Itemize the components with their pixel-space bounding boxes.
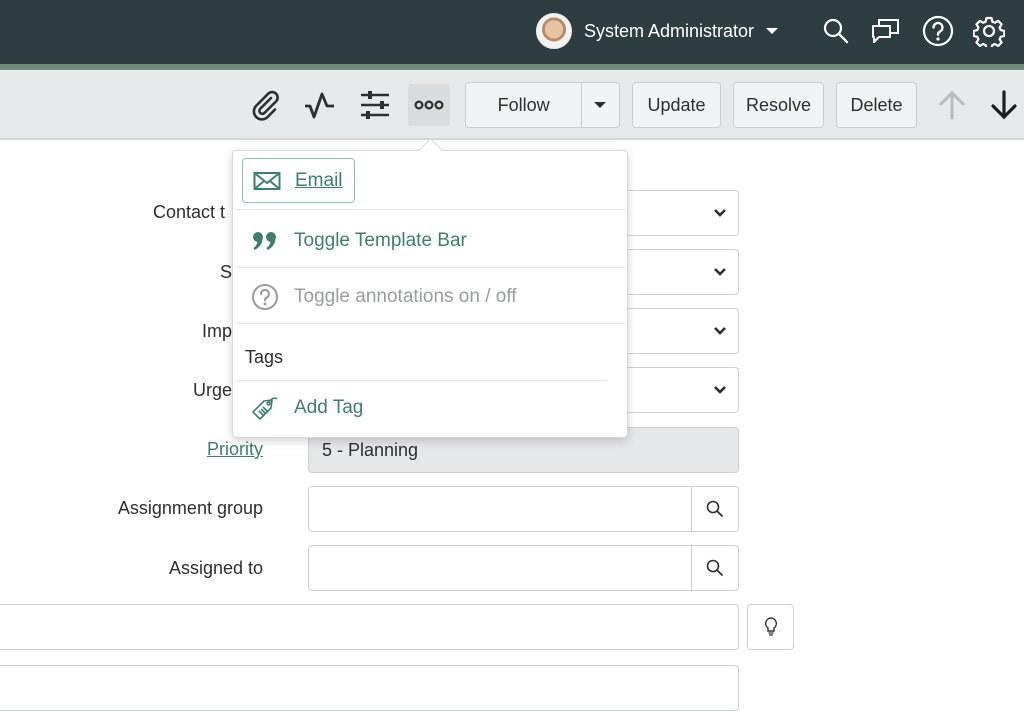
conversations-button[interactable] [870, 14, 902, 48]
urgency-label: Urge [192, 380, 232, 400]
menu-divider [236, 323, 626, 324]
caret-down-icon [766, 28, 779, 34]
state-label: S [219, 262, 232, 282]
more-options-menu: Email Toggle Template Bar Toggle annotat… [232, 150, 628, 438]
tags-section-header: Tags [245, 347, 284, 367]
assignment-group-field[interactable] [308, 486, 739, 532]
more-options-button[interactable] [408, 84, 450, 126]
assigned-to-label: Assigned to [168, 558, 263, 578]
follow-button-group: Follow [465, 82, 620, 128]
follow-button[interactable]: Follow [466, 95, 581, 116]
toggle-template-bar-label: Toggle Template Bar [294, 230, 467, 251]
chevron-down-icon [714, 209, 726, 217]
user-name: System Administrator [584, 20, 755, 41]
more-icon [414, 100, 444, 110]
search-icon [706, 559, 723, 576]
help-icon [922, 15, 954, 47]
chevron-down-icon [714, 327, 726, 335]
delete-button[interactable]: Delete [836, 82, 917, 128]
help-icon [252, 284, 278, 310]
menu-divider [236, 380, 607, 381]
suggestion-button[interactable] [747, 604, 794, 650]
contact-type-label: Contact t [152, 202, 225, 222]
impact-label: Imp [201, 321, 232, 341]
assigned-to-lookup-button[interactable] [691, 546, 738, 590]
caret-down-icon [594, 102, 607, 108]
tag-icon [252, 397, 278, 420]
attachment-button[interactable] [244, 84, 286, 126]
sliders-icon [361, 91, 389, 119]
paperclip-icon [252, 90, 279, 121]
activity-stream-button[interactable] [299, 84, 341, 126]
assignment-group-label: Assignment group [117, 498, 263, 518]
avatar [536, 13, 572, 49]
next-record-button[interactable] [983, 84, 1024, 126]
follow-dropdown-button[interactable] [581, 102, 619, 108]
settings-button[interactable] [973, 14, 1005, 48]
menu-item-toggle-annotations[interactable]: Toggle annotations on / off [233, 271, 627, 323]
short-description-input[interactable] [0, 604, 739, 650]
resolve-button[interactable]: Resolve [733, 82, 824, 128]
quote-icon [253, 232, 276, 250]
menu-item-add-tag[interactable]: Add Tag [233, 383, 627, 433]
arrow-up-icon [939, 90, 965, 120]
priority-label-link[interactable]: Priority [150, 439, 263, 460]
follow-divider [581, 83, 582, 127]
assignment-group-lookup-button[interactable] [691, 487, 738, 531]
toggle-annotations-label: Toggle annotations on / off [294, 286, 517, 307]
activity-icon [305, 92, 334, 119]
previous-record-button[interactable] [931, 84, 973, 126]
description-input[interactable] [0, 665, 739, 711]
chevron-down-icon [714, 268, 726, 276]
menu-item-email[interactable]: Email [242, 158, 355, 203]
personalize-form-button[interactable] [354, 84, 396, 126]
assigned-to-field[interactable] [308, 545, 739, 591]
menu-divider [236, 209, 626, 210]
chat-icon [872, 19, 899, 43]
help-button[interactable] [922, 14, 954, 48]
menu-divider [236, 267, 626, 268]
user-menu[interactable]: System Administrator [536, 13, 779, 49]
update-button[interactable]: Update [632, 82, 721, 128]
envelope-icon [253, 171, 281, 190]
arrow-down-icon [991, 90, 1017, 120]
add-tag-label: Add Tag [294, 397, 364, 418]
menu-pointer-arrow [418, 138, 442, 151]
gear-icon [973, 16, 1005, 47]
email-label: Email [295, 169, 343, 191]
search-icon [706, 500, 723, 517]
lightbulb-icon [764, 617, 777, 636]
chevron-down-icon [714, 386, 726, 394]
search-button[interactable] [820, 14, 852, 48]
menu-item-toggle-template-bar[interactable]: Toggle Template Bar [233, 215, 627, 267]
search-icon [823, 18, 849, 44]
